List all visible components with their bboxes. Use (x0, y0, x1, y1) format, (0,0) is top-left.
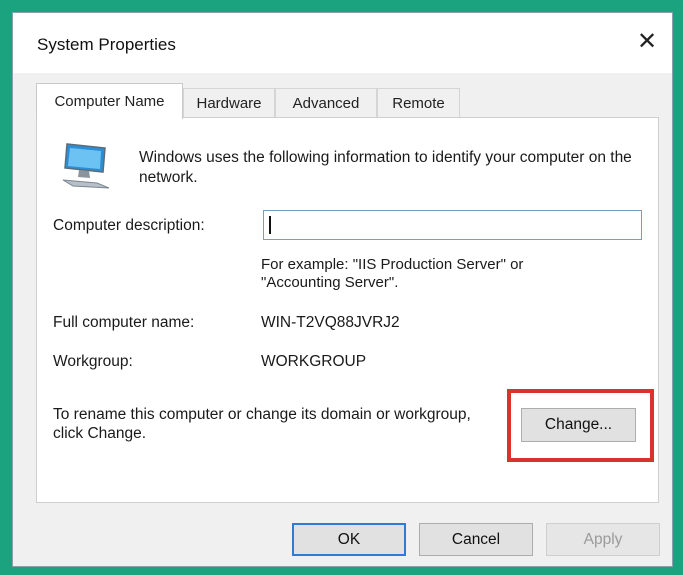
tab-hardware[interactable]: Hardware (183, 88, 275, 118)
tab-computer-name[interactable]: Computer Name (36, 83, 183, 119)
system-properties-dialog: System Properties ✕ Computer Name Hardwa… (12, 12, 673, 567)
workgroup-value: WORKGROUP (261, 353, 367, 370)
cancel-button[interactable]: Cancel (419, 523, 533, 556)
close-icon: ✕ (636, 27, 658, 55)
title-bar[interactable]: System Properties ✕ (13, 13, 672, 73)
full-computer-name-value: WIN-T2VQ88JVRJ2 (261, 314, 400, 331)
computer-description-input[interactable] (263, 210, 642, 240)
change-button[interactable]: Change... (521, 408, 636, 442)
full-computer-name-label: Full computer name: (53, 314, 195, 331)
example-text: For example: "IIS Production Server" or … (261, 256, 524, 291)
tab-remote[interactable]: Remote (377, 88, 460, 118)
rename-instructions: To rename this computer or change its do… (53, 406, 471, 442)
close-button[interactable]: ✕ (624, 21, 670, 61)
computer-description-label: Computer description: (53, 217, 205, 234)
workgroup-label: Workgroup: (53, 353, 133, 370)
tab-advanced[interactable]: Advanced (275, 88, 377, 118)
computer-icon (62, 143, 110, 189)
apply-button[interactable]: Apply (546, 523, 660, 556)
intro-text: Windows uses the following information t… (139, 149, 632, 186)
window-title: System Properties (37, 35, 176, 54)
computer-name-panel: Windows uses the following information t… (36, 117, 659, 503)
text-caret (269, 216, 271, 234)
ok-button[interactable]: OK (292, 523, 406, 556)
